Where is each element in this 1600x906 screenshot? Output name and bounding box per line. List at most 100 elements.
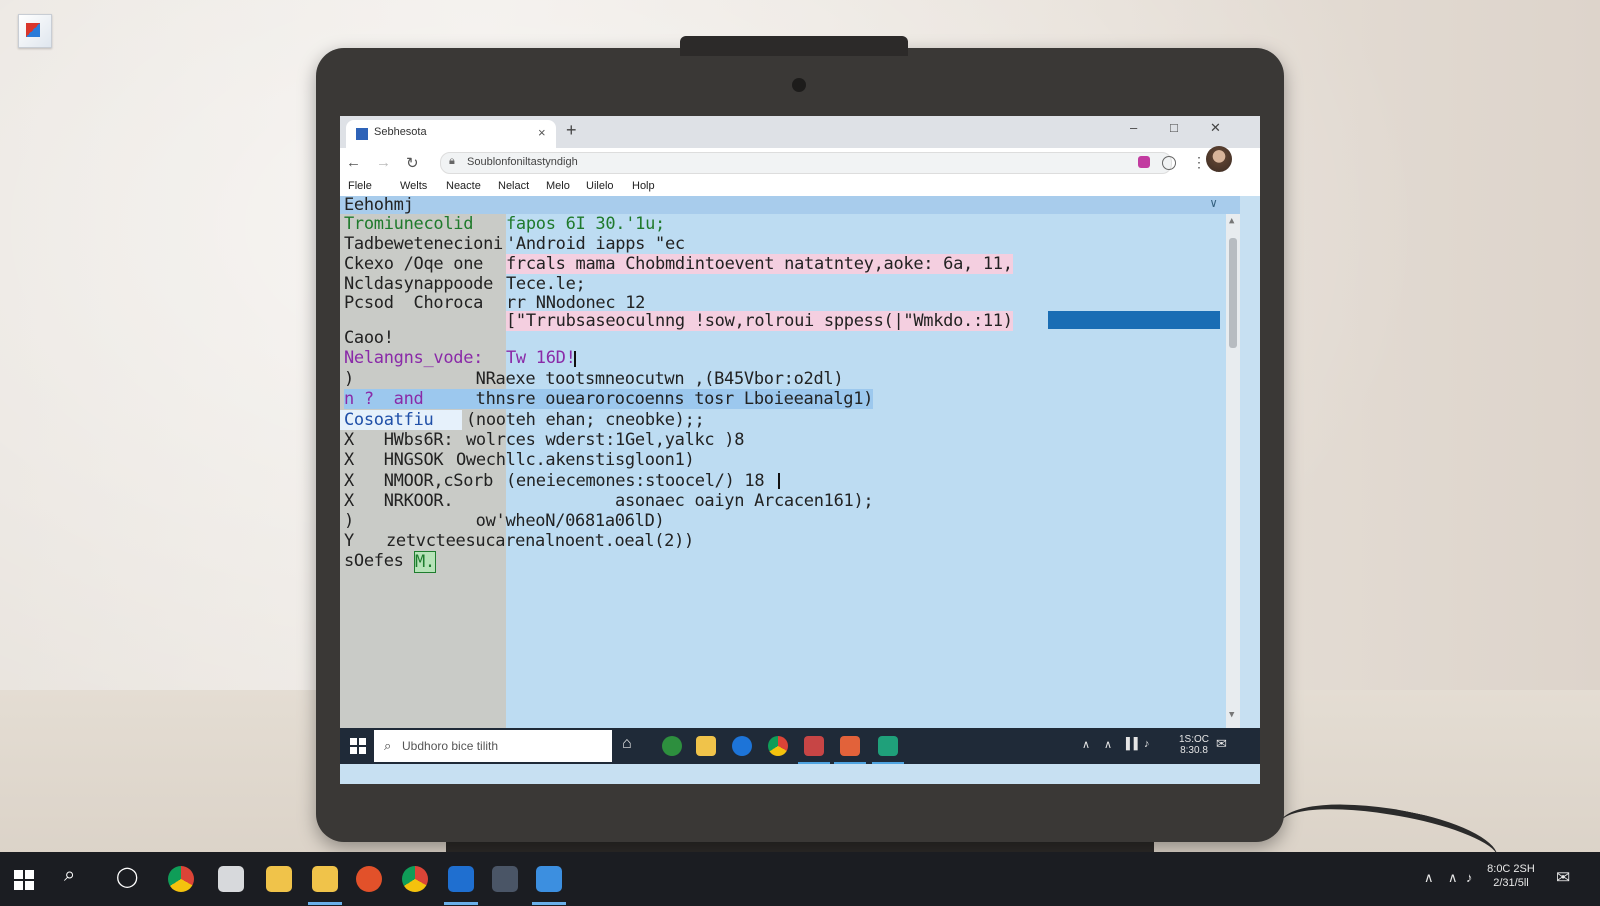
address-bar[interactable]: 🔒︎ Soublonfoniltastyndigh ☆ [440,152,1226,176]
code-text: (nooteh ehan; cneobke);; [466,410,705,430]
menu-tools[interactable]: Melo [546,180,570,192]
code-line: Tadbewetenecioni [344,234,503,254]
active-app-indicator [444,902,478,905]
browser-menu-icon[interactable]: ⋮ [1192,154,1206,171]
code-text: fapos 6I 30.'1u; [506,214,665,234]
scroll-up-icon[interactable]: ▲ [1229,216,1234,226]
active-app-indicator [532,902,566,905]
code-editor[interactable]: ∨ ▲ ▼ Eehohmj Tromiunecolid Tadbewetenec… [340,195,1260,728]
volume-icon[interactable]: ♪ [1466,870,1473,885]
inner-clock[interactable]: 1S:OC 8:30.8 [1174,734,1214,756]
code-text: ow'wheoN/0681a06lD) [426,511,665,531]
store-icon[interactable] [218,866,244,892]
code-line: Ncldasynappoode [344,274,494,294]
code-text: Tw 16D! [506,348,576,368]
menu-edit[interactable]: Welts [400,180,427,192]
code-text: thnsre ouearorocoenns tosr Lboieeanalg1) [426,389,874,409]
tab-favicon-icon [356,128,368,140]
editor-scrollbar[interactable]: ▲ ▼ [1226,214,1240,728]
inner-clock-time: 1S:OC [1178,734,1209,745]
sync-icon[interactable] [1162,156,1176,170]
menu-view[interactable]: Neacte [446,180,481,192]
monitor-screen: Sebhesota × + – □ ✕ ← → ↻ 🔒︎ Soublonfoni… [340,116,1260,784]
app-blue-icon[interactable] [448,866,474,892]
menu-navigate[interactable]: Nelact [498,180,529,192]
notification-icon[interactable]: ✉ [1216,736,1227,752]
chrome-icon[interactable] [168,866,194,892]
tab-close-icon[interactable]: × [538,125,546,140]
lock-icon: 🔒︎ [449,155,455,167]
code-text: asonaec oaiyn Arcacen161); [466,491,874,511]
app-red-icon[interactable] [356,866,382,892]
code-line: Nelangns_vode: [344,348,484,368]
minimize-button[interactable]: – [1130,120,1137,135]
profile-avatar[interactable] [1206,146,1232,172]
reload-icon[interactable]: ↻ [406,154,419,172]
scroll-thumb[interactable] [1229,238,1237,348]
inner-app-teal-icon[interactable] [878,736,898,756]
inner-taskbar: ⌕ Ubdhoro bice tilith ⌂ ∧ ∧ ▐▐ ♪ 1S:OC 8… [340,728,1260,764]
app-menubar: Flele Welts Neacte Nelact Melo Uilelo Ho… [340,178,1260,196]
menu-file[interactable]: Flele [348,180,372,192]
folder-icon[interactable] [266,866,292,892]
back-arrow-icon[interactable]: ← [346,154,361,171]
system-taskbar: ⌕ ◯ ∧ ∧ ♪ 8:0C 2SH 2/31/5ll ✉ [0,852,1600,906]
home-icon[interactable]: ⌂ [622,735,632,753]
code-line: Caoo! [344,328,394,348]
menu-help[interactable]: Holp [632,180,655,192]
new-tab-button[interactable]: + [566,120,577,141]
chat-icon[interactable]: ◯ [116,864,138,889]
close-window-button[interactable]: ✕ [1210,120,1221,136]
code-text: wolrces wderst:1Gel,yalkc )8 [466,430,745,450]
search-icon[interactable]: ⌕ [64,864,75,887]
webcam-lens [792,78,806,92]
active-app-indicator [872,762,904,764]
code-text: Owechllc.akenstisgloon1) [456,450,695,470]
inner-search-placeholder: Ubdhoro bice tilith [402,739,499,753]
chrome-icon[interactable] [768,736,788,756]
inner-start-icon[interactable] [350,738,366,754]
file-explorer-icon[interactable] [312,866,338,892]
scroll-down-icon[interactable]: ▼ [1229,710,1234,720]
maximize-button[interactable]: □ [1170,120,1178,135]
inner-app-red-icon[interactable] [804,736,824,756]
code-line: Pcsod Choroca [344,293,484,313]
system-clock-time: 8:0C 2SH [1487,863,1535,875]
volume-icon[interactable]: ♪ [1144,738,1150,750]
webcam-bar [680,36,908,56]
selection-highlight [1048,311,1220,329]
desktop-shortcut-icon[interactable] [18,14,52,48]
folder-icon[interactable] [696,736,716,756]
active-app-indicator [798,762,830,764]
inner-search-box[interactable]: ⌕ Ubdhoro bice tilith [374,730,612,762]
app-lightblue-icon[interactable] [536,866,562,892]
extension-icon[interactable] [1138,156,1150,168]
system-clock[interactable]: 8:0C 2SH 2/31/5ll [1486,862,1536,890]
battery-icon[interactable]: ▐▐ [1122,738,1138,750]
app-game-icon[interactable] [492,866,518,892]
address-text: Soublonfoniltastyndigh [467,156,578,168]
code-text: 'Android iapps "ec [506,234,685,254]
inner-app-orange-icon[interactable] [840,736,860,756]
tray-chevron-icon[interactable]: ∧ [1082,738,1090,751]
network-icon[interactable]: ∧ [1104,738,1112,751]
notification-icon[interactable]: ✉ [1556,868,1570,888]
system-clock-date: 2/31/5ll [1493,877,1529,889]
chevron-down-icon[interactable]: ∨ [1210,196,1217,210]
text-caret [574,351,576,367]
inner-app-green-icon[interactable] [662,736,682,756]
edge-icon[interactable] [732,736,752,756]
forward-arrow-icon[interactable]: → [376,154,391,171]
start-icon[interactable] [14,870,34,890]
chrome-icon[interactable] [402,866,428,892]
tab-title: Sebhesota [374,126,427,138]
browser-tab[interactable]: Sebhesota × [346,120,556,148]
tray-chevron-icon[interactable]: ∧ [1424,870,1434,886]
code-text: zetvcteesucarenalnoent.oeal(2)) [386,531,694,551]
code-text: NRaexe tootsmneocutwn ,(B45Vbor:o2dl) [426,369,844,389]
code-line: ) [344,511,354,531]
network-icon[interactable]: ∧ [1448,870,1458,886]
code-text-boxed: M. [414,551,436,573]
menu-window[interactable]: Uilelo [586,180,614,192]
code-text: Tece.le; [506,274,586,294]
